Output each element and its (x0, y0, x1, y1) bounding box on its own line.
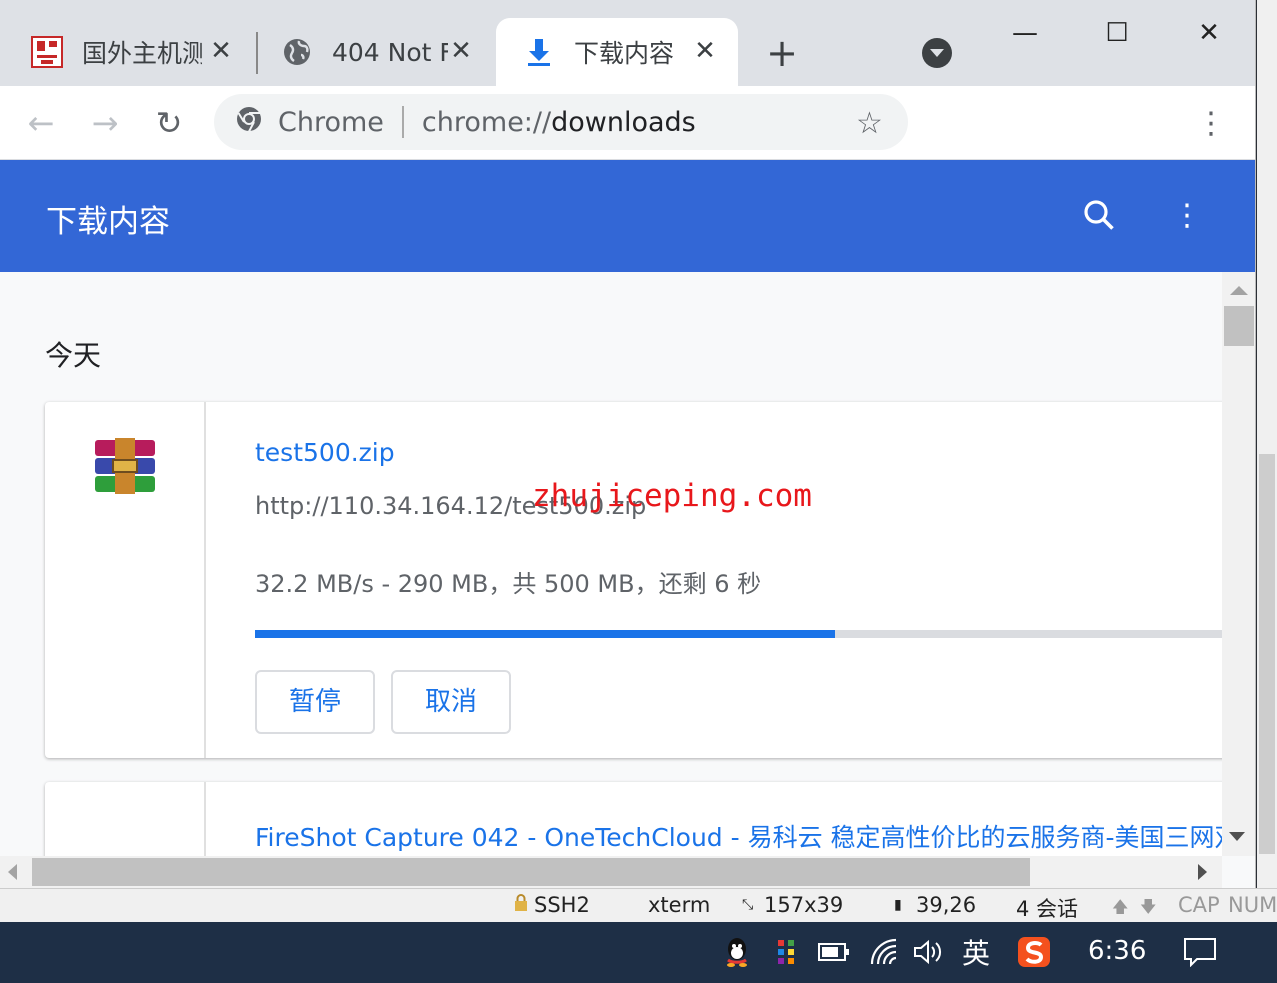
close-window-button[interactable]: ✕ (1186, 10, 1232, 56)
chrome-menu-button[interactable]: ⋮ (1194, 102, 1228, 146)
lock-icon (514, 893, 528, 917)
scroll-thumb[interactable] (1259, 454, 1275, 854)
caps-lock-indicator: CAP (1178, 893, 1220, 917)
forward-button[interactable]: → (82, 100, 128, 146)
wifi-icon[interactable] (868, 934, 904, 970)
file-icon-column (45, 402, 206, 758)
volume-icon[interactable] (910, 934, 946, 970)
taskbar-clock[interactable]: 6:36 (1088, 936, 1146, 966)
terminal-size: 157x39 (764, 893, 844, 917)
file-name-link[interactable]: test500.zip (255, 438, 395, 467)
chrome-window: 国外主机测 ✕ 404 Not F ✕ 下载内容 ✕ + — ☐ ✕ ← → ↻… (0, 0, 1256, 888)
tab-close-icon[interactable]: ✕ (206, 36, 236, 66)
session-count: 4 会话 (1016, 897, 1079, 921)
address-bar[interactable]: Chrome chrome://downloads (214, 94, 908, 150)
download-icon (522, 35, 556, 69)
download-arrow-icon: 🡇 (1140, 897, 1157, 916)
qq-icon[interactable] (720, 934, 754, 970)
progress-fill (255, 630, 835, 638)
screen: 国外主机测 ✕ 404 Not F ✕ 下载内容 ✕ + — ☐ ✕ ← → ↻… (0, 0, 1277, 983)
ime-label: 英 (961, 937, 990, 970)
reload-button[interactable]: ↻ (146, 100, 192, 146)
color-app-icon[interactable] (772, 934, 800, 970)
globe-icon (280, 35, 314, 69)
tab-close-icon[interactable]: ✕ (446, 36, 476, 66)
terminal-status-bar: SSH2 xterm ⤡ 157x39 ▮ 39,26 4 会话 🡅 🡇 CAP… (0, 888, 1277, 922)
scroll-up-icon[interactable] (1230, 286, 1248, 295)
file-icon-column (45, 782, 206, 856)
sogou-input-icon[interactable] (1014, 934, 1054, 970)
scroll-right-icon[interactable] (1198, 864, 1207, 880)
tab-1[interactable]: 国外主机测 ✕ (0, 18, 254, 86)
tab-title: 国外主机测 (82, 39, 202, 68)
tab-search-icon[interactable] (922, 38, 952, 68)
protocol-label: SSH2 (534, 893, 590, 917)
more-actions-button[interactable]: ⋮ (1170, 194, 1204, 238)
num-lock-indicator: NUM (1228, 893, 1277, 917)
minimize-button[interactable]: — (1002, 10, 1048, 56)
archive-file-icon (93, 438, 157, 498)
tab-downloads[interactable]: 下载内容 ✕ (496, 18, 738, 86)
browser-toolbar: ← → ↻ Chrome chrome://downloads ☆ ⋮ (0, 86, 1255, 160)
tab-2[interactable]: 404 Not F ✕ (258, 18, 494, 86)
scroll-thumb[interactable] (32, 858, 1030, 886)
download-status: 32.2 MB/s - 290 MB，共 500 MB，还剩 6 秒 (255, 570, 762, 598)
terminal-type: xterm (648, 893, 711, 917)
caret-down-icon[interactable] (1229, 832, 1245, 841)
url-host: downloads (551, 106, 696, 138)
background-window-scrollbar[interactable] (1257, 0, 1277, 888)
cursor-icon: ▮ (894, 897, 902, 913)
taskbar: 英 6:36 (0, 922, 1277, 983)
progress-bar (255, 630, 1222, 638)
vertical-scrollbar[interactable] (1222, 272, 1255, 856)
download-item: FireShot Capture 042 - OneTechCloud - 易科… (45, 782, 1222, 856)
file-name-link[interactable]: FireShot Capture 042 - OneTechCloud - 易科… (255, 818, 1222, 854)
maximize-button[interactable]: ☐ (1094, 10, 1140, 56)
cursor-position: 39,26 (916, 893, 977, 917)
scroll-thumb[interactable] (1224, 306, 1254, 346)
tab-title: 404 Not F (332, 37, 448, 67)
download-item: test500.zip http://110.34.164.12/test500… (45, 402, 1222, 758)
battery-icon[interactable] (816, 934, 852, 970)
tab-strip: 国外主机测 ✕ 404 Not F ✕ 下载内容 ✕ + — ☐ ✕ (0, 0, 1255, 86)
back-button[interactable]: ← (18, 100, 64, 146)
cancel-button[interactable]: 取消 (391, 670, 511, 734)
resize-icon: ⤡ (742, 897, 754, 913)
downloads-list: 今天 test500.zip http://110.34.164.12/test… (0, 272, 1222, 856)
downloads-header: 下载内容 ⋮ (0, 160, 1255, 272)
ime-indicator[interactable]: 英 (956, 934, 996, 970)
new-tab-button[interactable]: + (764, 34, 800, 72)
notification-icon[interactable] (1180, 934, 1220, 970)
omnibox-divider (401, 106, 404, 138)
chrome-logo-icon (236, 106, 262, 139)
pause-button[interactable]: 暂停 (255, 670, 375, 734)
omnibox-chip-label: Chrome (278, 106, 384, 138)
page-title: 下载内容 (46, 204, 170, 240)
date-heading: 今天 (45, 339, 102, 372)
tab-title: 下载内容 (574, 39, 675, 68)
search-icon[interactable] (1080, 196, 1120, 236)
tab-close-icon[interactable]: ✕ (690, 36, 720, 66)
scroll-left-icon[interactable] (8, 864, 17, 880)
horizontal-scrollbar[interactable] (0, 856, 1222, 888)
watermark-text: zhujiceping.com (532, 478, 812, 514)
url-scheme: chrome:// (421, 106, 552, 138)
site-logo-icon (30, 35, 64, 69)
upload-arrow-icon: 🡅 (1112, 897, 1129, 916)
bookmark-star-icon[interactable]: ☆ (856, 106, 883, 141)
